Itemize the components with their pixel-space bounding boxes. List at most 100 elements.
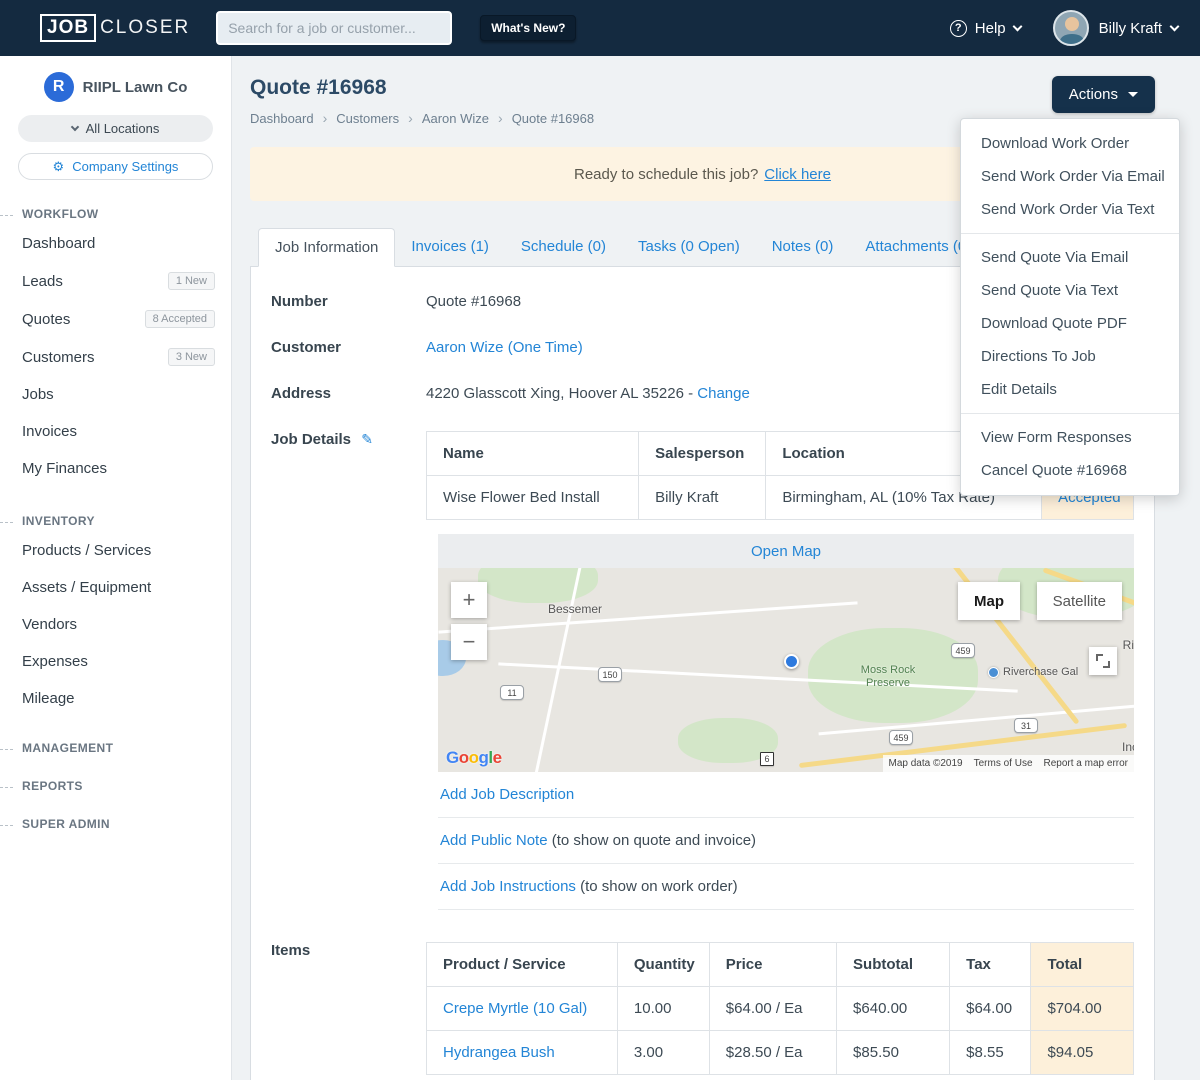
sidebar-item-dashboard[interactable]: Dashboard xyxy=(0,225,231,262)
tab-schedule[interactable]: Schedule (0) xyxy=(505,228,622,266)
map-type-map-button[interactable]: Map xyxy=(958,582,1020,620)
items-header-row: Product / Service Quantity Price Subtota… xyxy=(426,942,1134,987)
map-zoom-out-button[interactable]: − xyxy=(451,624,487,660)
tab-tasks[interactable]: Tasks (0 Open) xyxy=(622,228,756,266)
sidebar-item-my-finances[interactable]: My Finances xyxy=(0,450,231,487)
menu-view-form-responses[interactable]: View Form Responses xyxy=(961,421,1179,454)
add-job-description-link[interactable]: Add Job Description xyxy=(440,786,574,803)
gear-icon: ⚙ xyxy=(52,158,65,174)
breadcrumb-separator xyxy=(408,110,413,126)
company-switcher[interactable]: R RIIPL Lawn Co xyxy=(0,72,231,102)
map-type-satellite-button[interactable]: Satellite xyxy=(1036,582,1122,620)
map-location-marker[interactable] xyxy=(784,654,799,669)
address-label: Address xyxy=(271,385,332,402)
sidebar-section-super-admin[interactable]: SUPER ADMIN xyxy=(0,817,231,831)
map-zoom-in-button[interactable]: + xyxy=(451,582,487,618)
tab-job-information[interactable]: Job Information xyxy=(258,228,396,267)
leads-badge: 1 New xyxy=(167,272,215,290)
sidebar-item-invoices[interactable]: Invoices xyxy=(0,413,231,450)
menu-edit-details[interactable]: Edit Details xyxy=(961,373,1179,406)
actions-button[interactable]: Actions xyxy=(1051,76,1155,113)
col-name: Name xyxy=(425,431,640,476)
open-map-link[interactable]: Open Map xyxy=(751,543,821,560)
col-total: Total xyxy=(1030,942,1134,987)
sidebar-item-customers[interactable]: Customers 3 New xyxy=(0,338,231,376)
add-public-note-suffix: (to show on quote and invoice) xyxy=(551,832,757,849)
customer-type-link[interactable]: (One Time) xyxy=(508,339,583,356)
global-search-input[interactable] xyxy=(216,11,453,45)
job-details-label: Job Details xyxy=(271,431,352,448)
sidebar-item-mileage[interactable]: Mileage xyxy=(0,680,231,717)
tax-cell: $64.00 xyxy=(949,986,1032,1031)
menu-send-work-order-email[interactable]: Send Work Order Via Email xyxy=(961,160,1179,193)
tab-notes[interactable]: Notes (0) xyxy=(756,228,850,266)
change-address-link[interactable]: Change xyxy=(697,385,750,402)
product-link[interactable]: Hydrangea Bush xyxy=(443,1044,555,1061)
map-label-preserve: Moss Rock Preserve xyxy=(860,664,916,689)
help-label: Help xyxy=(974,19,1006,37)
company-logo: R xyxy=(43,72,74,102)
breadcrumb-customer-name[interactable]: Aaron Wize xyxy=(422,111,489,126)
user-avatar[interactable] xyxy=(1052,10,1089,46)
sidebar-section-management[interactable]: MANAGEMENT xyxy=(0,741,231,755)
company-name: RIIPL Lawn Co xyxy=(82,78,188,96)
item-row: Crepe Myrtle (10 Gal) 10.00 $64.00 / Ea … xyxy=(426,986,1134,1031)
sidebar-item-jobs[interactable]: Jobs xyxy=(0,376,231,413)
company-settings-button[interactable]: ⚙ Company Settings xyxy=(18,153,213,180)
field-items: Items Product / Service Quantity Price S… xyxy=(271,942,1134,1075)
number-label: Number xyxy=(271,293,328,310)
menu-download-work-order[interactable]: Download Work Order xyxy=(961,127,1179,160)
banner-click-here-link[interactable]: Click here xyxy=(764,166,831,183)
menu-directions-to-job[interactable]: Directions To Job xyxy=(961,340,1179,373)
col-subtotal: Subtotal xyxy=(836,942,951,987)
chevron-down-icon xyxy=(70,122,79,132)
col-price: Price xyxy=(708,942,838,987)
terms-of-use-link[interactable]: Terms of Use xyxy=(974,758,1033,769)
road-shield-31: 31 xyxy=(1014,718,1038,733)
sidebar-item-products-services[interactable]: Products / Services xyxy=(0,532,231,569)
sidebar-section-workflow[interactable]: WORKFLOW xyxy=(0,207,231,221)
quotes-badge: 8 Accepted xyxy=(144,310,215,328)
map-fullscreen-button[interactable] xyxy=(1089,647,1117,675)
caret-down-icon xyxy=(1128,92,1138,97)
sidebar-item-quotes[interactable]: Quotes 8 Accepted xyxy=(0,300,231,338)
banner-text: Ready to schedule this job? xyxy=(574,165,759,183)
customer-link[interactable]: Aaron Wize xyxy=(426,339,504,356)
app-logo[interactable]: JOB CLOSER xyxy=(40,14,190,42)
sidebar-item-leads[interactable]: Leads 1 New xyxy=(0,262,231,300)
item-row: Hydrangea Bush 3.00 $28.50 / Ea $85.50 $… xyxy=(426,1030,1134,1075)
road-shield-150: 150 xyxy=(598,667,622,682)
chevron-down-icon xyxy=(1169,21,1180,31)
help-menu[interactable]: Help xyxy=(949,19,1023,37)
menu-send-quote-email[interactable]: Send Quote Via Email xyxy=(961,241,1179,274)
menu-download-quote-pdf[interactable]: Download Quote PDF xyxy=(961,307,1179,340)
sidebar-section-reports[interactable]: REPORTS xyxy=(0,779,231,793)
product-link[interactable]: Crepe Myrtle (10 Gal) xyxy=(443,1000,587,1017)
report-map-error-link[interactable]: Report a map error xyxy=(1044,758,1128,769)
map-canvas[interactable]: + − Map Satellite Bessemer Moss Rock Pre… xyxy=(438,568,1134,772)
breadcrumb-dashboard[interactable]: Dashboard xyxy=(250,111,314,126)
menu-divider xyxy=(961,413,1179,414)
breadcrumb-separator xyxy=(323,110,328,126)
job-name-cell: Wise Flower Bed Install xyxy=(425,475,640,520)
menu-send-quote-text[interactable]: Send Quote Via Text xyxy=(961,274,1179,307)
map-poi-riverchase: Riverchase Gal xyxy=(988,666,1078,678)
sidebar-item-assets-equipment[interactable]: Assets / Equipment xyxy=(0,569,231,606)
add-public-note-link[interactable]: Add Public Note xyxy=(440,832,548,849)
add-job-instructions-link[interactable]: Add Job Instructions xyxy=(440,878,576,895)
edit-job-details-icon[interactable] xyxy=(361,431,373,447)
tab-invoices[interactable]: Invoices (1) xyxy=(395,228,505,266)
road-shield-11: 11 xyxy=(500,685,524,700)
menu-cancel-quote[interactable]: Cancel Quote #16968 xyxy=(961,454,1179,487)
address-value: 4220 Glasscott Xing, Hoover AL 35226 - xyxy=(426,385,694,402)
user-menu[interactable]: Billy Kraft xyxy=(1099,20,1180,37)
menu-send-work-order-text[interactable]: Send Work Order Via Text xyxy=(961,193,1179,226)
sidebar-section-inventory[interactable]: INVENTORY xyxy=(0,514,231,528)
breadcrumb-customers[interactable]: Customers xyxy=(336,111,399,126)
whats-new-button[interactable]: What's New? xyxy=(480,15,577,41)
sidebar-item-expenses[interactable]: Expenses xyxy=(0,643,231,680)
sidebar-item-vendors[interactable]: Vendors xyxy=(0,606,231,643)
locations-dropdown[interactable]: All Locations xyxy=(18,115,213,142)
sidebar: R RIIPL Lawn Co All Locations ⚙ Company … xyxy=(0,56,232,1080)
col-quantity: Quantity xyxy=(616,942,710,987)
